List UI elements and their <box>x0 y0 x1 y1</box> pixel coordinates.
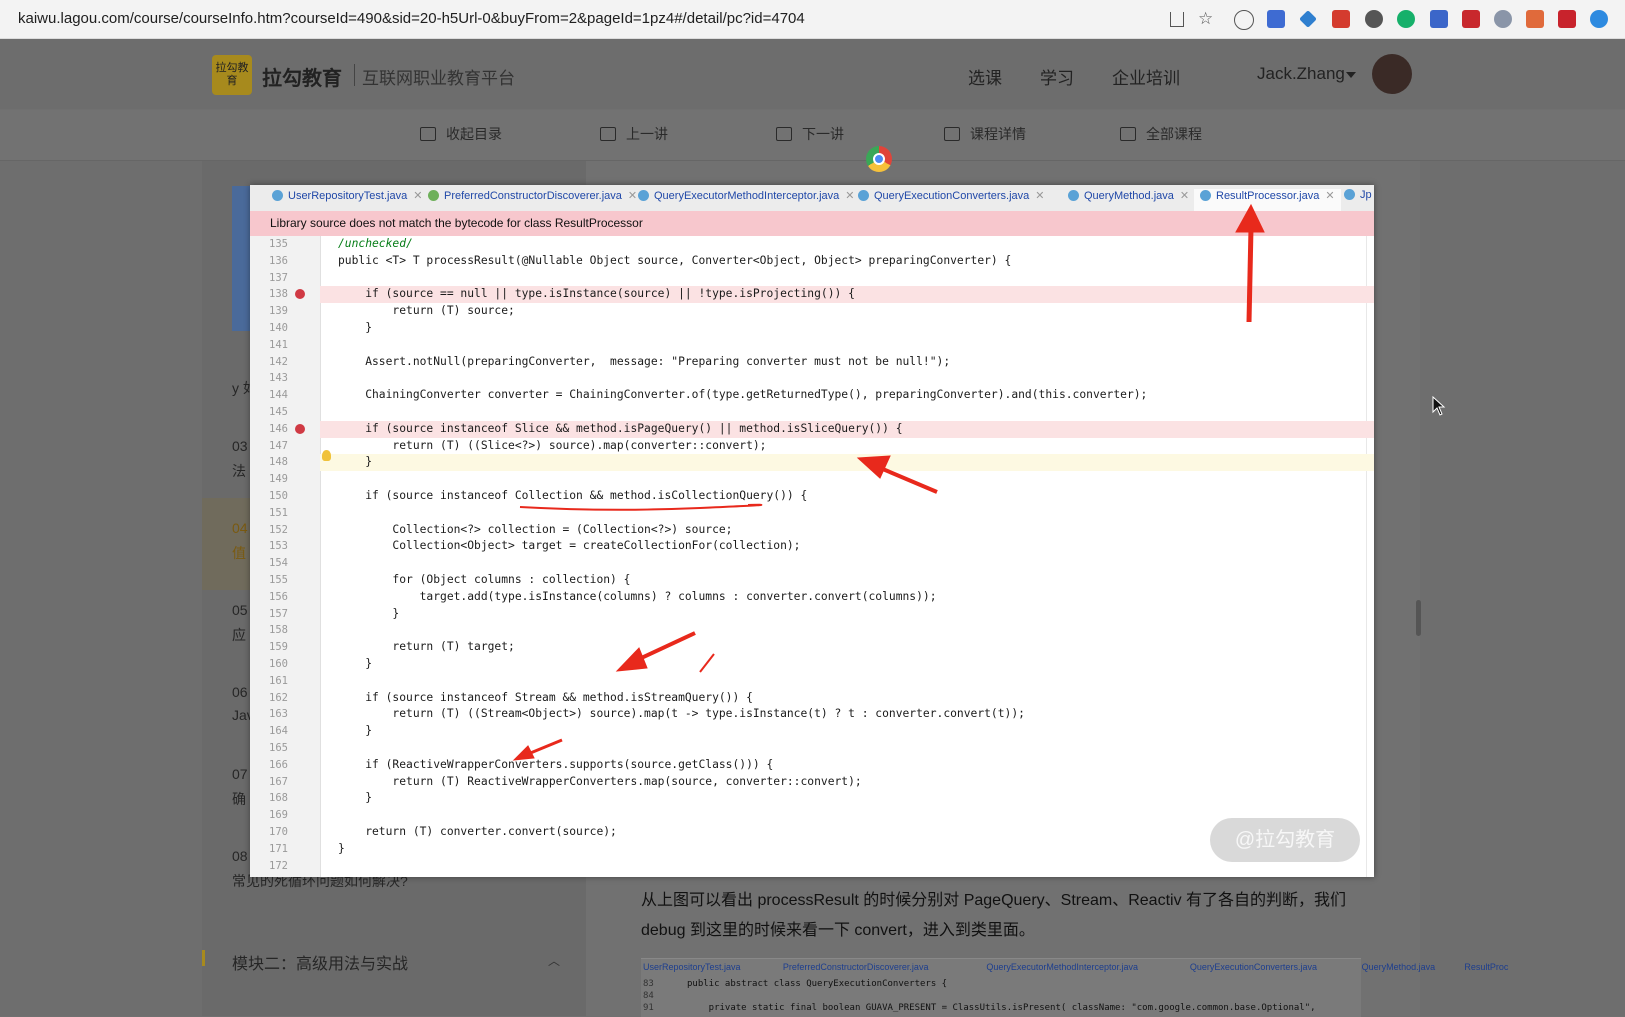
arrow-left-annotation <box>615 631 696 672</box>
mouse-cursor-icon <box>1432 396 1446 416</box>
stroke-annotation <box>699 653 715 673</box>
thumb-line-number: 91 <box>643 1003 654 1013</box>
arrow-up-annotation <box>1235 203 1265 323</box>
thumb-line-number: 84 <box>643 991 654 1001</box>
thumb-tab-label: UserRepositoryTest.java <box>643 962 741 972</box>
article-code-image: UserRepositoryTest.java PreferredConstruc… <box>641 958 1508 1017</box>
thumb-code-line: private static final boolean GUAVA_PRESE… <box>687 1003 1316 1013</box>
thumb-line-number: 83 <box>643 979 654 989</box>
thumb-tab-label: QueryExecutorMethodInterceptor.java <box>986 962 1138 972</box>
thumb-tab-label: QueryExecutionConverters.java <box>1189 962 1317 972</box>
arrow-left-annotation <box>512 738 563 761</box>
article-paragraph: 从上图可以看出 processResult 的时候分别对 PageQuery、S… <box>641 892 1347 939</box>
arrow-left-annotation <box>856 455 938 494</box>
thumb-tab-label: ResultProc <box>1464 962 1509 972</box>
thumb-tab-label: PreferredConstructorDiscoverer.java <box>782 962 929 972</box>
annotation-arrows <box>512 203 1265 761</box>
thumb-tab-label: QueryMethod.java <box>1361 962 1436 972</box>
watermark: @拉勾教育 <box>1210 818 1360 862</box>
thumb-code-line: public abstract class QueryExecutionConv… <box>687 979 948 989</box>
underline-annotation <box>519 503 763 511</box>
